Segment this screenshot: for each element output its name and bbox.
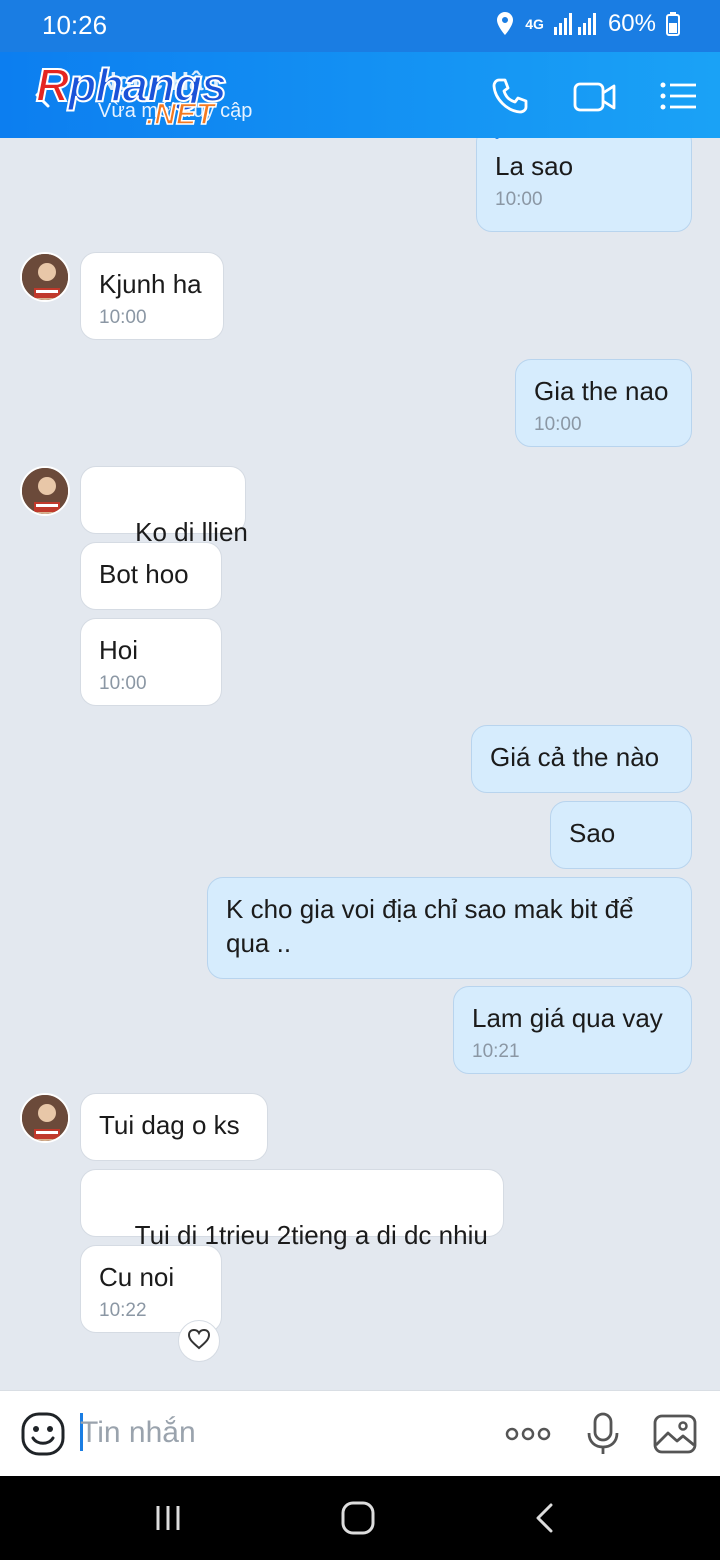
message-text: Bot hoo [99, 559, 189, 589]
message-text: Cu noi [99, 1262, 175, 1292]
message-time: 10:21 [472, 1041, 520, 1062]
message-bubble[interactable]: K cho gia voi địa chỉ sao mak bit để qua… [207, 877, 692, 979]
recent-apps-icon[interactable] [152, 1500, 188, 1536]
message-text: La sao [495, 151, 574, 181]
status-time: 10:26 [42, 10, 108, 40]
video-icon[interactable] [572, 76, 618, 116]
message-bubble[interactable]: Tui dag o ks [80, 1093, 268, 1161]
message-text: Sao [569, 818, 616, 848]
emoji-icon[interactable] [20, 1411, 66, 1457]
message-bubble[interactable]: Hoi 10:00 [80, 618, 222, 706]
logo-suffix: .NET [145, 97, 215, 132]
message-bubble[interactable]: Bot hoo [80, 542, 222, 610]
network-type: 4G [525, 16, 544, 32]
composer-bar [0, 1390, 720, 1476]
message-time: 10:00 [495, 189, 543, 210]
menu-icon[interactable] [658, 76, 698, 116]
message-bubble[interactable]: Giá cả the nào [471, 725, 692, 793]
message-bubble[interactable]: Lam giá qua vay 10:21 [453, 986, 692, 1074]
message-text: Tui dag o ks [99, 1110, 240, 1140]
message-bubble[interactable]: Sao [550, 801, 692, 869]
message-text: Kjunh ha [99, 269, 202, 299]
react-heart-button[interactable] [178, 1320, 220, 1362]
message-text: Giá cả the nào [490, 742, 660, 772]
avatar[interactable] [20, 1093, 70, 1143]
message-bubble[interactable]: Toi moi vo ks La sao 10:00 [476, 138, 692, 232]
avatar[interactable] [20, 252, 70, 302]
status-indicators: 4G 60% [495, 10, 680, 38]
more-options-icon[interactable] [504, 1411, 552, 1457]
quoted-message: Toi moi vo ks [525, 138, 641, 149]
message-input[interactable] [80, 1411, 480, 1455]
battery-icon [666, 12, 680, 36]
message-bubble[interactable]: Ko di llien [80, 466, 248, 547]
battery-percent: 60% [607, 10, 656, 37]
message-bubble[interactable]: Kjunh ha 10:00 [80, 252, 224, 340]
system-back-icon[interactable] [528, 1500, 564, 1536]
message-time: 10:00 [99, 673, 147, 694]
image-icon[interactable] [652, 1411, 698, 1457]
message-time: 10:00 [534, 414, 582, 435]
message-bubble[interactable]: Gia the nao 10:00 [515, 359, 692, 447]
quote-indicator [495, 138, 499, 139]
message-list[interactable]: Toi moi vo ks La sao 10:00 Kjunh ha 10:0… [0, 138, 720, 1390]
message-time: 10:22 [99, 1300, 147, 1321]
status-bar: 10:26 4G 60% [0, 0, 720, 52]
heart-icon [187, 1328, 211, 1355]
message-text: Hoi [99, 635, 139, 665]
phone-icon[interactable] [490, 76, 530, 116]
home-icon[interactable] [340, 1500, 376, 1536]
message-text: Gia the nao [534, 376, 669, 406]
location-icon [495, 11, 515, 37]
avatar[interactable] [20, 466, 70, 516]
message-text: Lam giá qua vay [472, 1003, 663, 1033]
message-text: K cho gia voi địa chỉ sao mak bit để qua… [226, 894, 634, 958]
message-bubble[interactable]: Tui di 1trieu 2tieng a di dc nhiu [80, 1169, 504, 1250]
system-nav-bar [0, 1476, 720, 1560]
signal-icon [553, 13, 598, 35]
chat-header: Ngọc Hân Vừa mới truy cập Rphangs .NET [0, 52, 720, 138]
microphone-icon[interactable] [580, 1411, 626, 1457]
watermark-logo: Rphangs .NET [35, 58, 268, 136]
message-time: 10:00 [99, 307, 147, 328]
